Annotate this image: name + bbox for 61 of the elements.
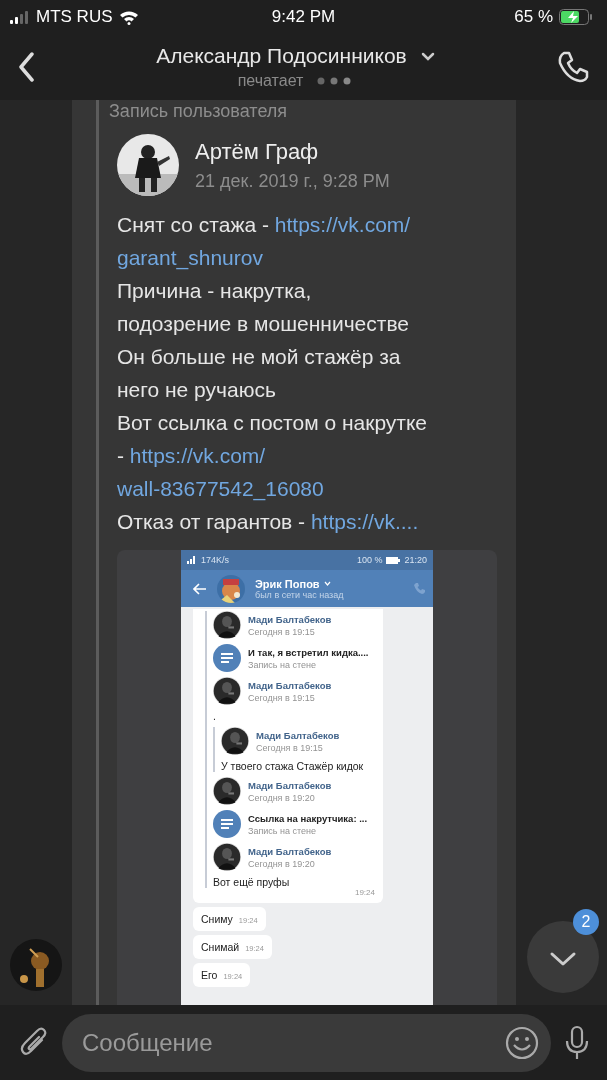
carrier-name: MTS RUS (36, 7, 113, 27)
message-time: Сегодня в 19:15 (248, 626, 316, 637)
message-text: него не ручаюсь (117, 377, 276, 403)
post-date: 21 дек. 2019 г., 9:28 PM (195, 170, 390, 192)
message-text: Снимай (201, 941, 240, 953)
post-icon (213, 810, 241, 838)
message-field[interactable]: Сообщение (62, 1013, 551, 1072)
link[interactable]: https://vk.com/ (129, 444, 266, 467)
link[interactable]: garant_shnurov (117, 246, 263, 269)
chat-title[interactable]: Александр Подосинников (156, 44, 407, 68)
message-text: Отказ от гарантов - https://vk.... (117, 509, 419, 535)
author-name: Мади Балтабеков (248, 779, 332, 791)
message-text: У твоего стажа Стажёр кидок (221, 760, 365, 772)
battery-charging-icon (559, 9, 593, 25)
post-icon (213, 644, 241, 672)
author-name: Мади Балтабеков (248, 613, 332, 625)
message-text: подозрение в мошенничестве (117, 311, 409, 337)
network-speed: 174K/s (201, 555, 230, 565)
author-name: Мади Балтабеков (248, 845, 332, 857)
battery-percent: 65 % (514, 7, 553, 27)
back-arrow-icon[interactable] (193, 582, 207, 595)
last-seen-status: был в сети час назад (255, 589, 345, 600)
message-text: Снят со стажа - https://vk.com/ (117, 212, 411, 238)
author-name[interactable]: Артём Граф (195, 138, 390, 165)
emoji-button[interactable] (505, 1025, 539, 1060)
message-time: Сегодня в 19:15 (248, 692, 316, 703)
message-text: Сниму (201, 913, 233, 925)
microphone-button[interactable] (565, 1024, 589, 1061)
message-text: . (213, 710, 217, 722)
message-time: Сегодня в 19:20 (248, 792, 316, 803)
message-text: - https://vk.com/ (117, 443, 266, 469)
message-time: 19:24 (354, 888, 375, 897)
message-time: Сегодня в 19:15 (256, 742, 324, 753)
wifi-icon (118, 9, 139, 25)
clock: 9:42 PM (271, 7, 336, 27)
message-text: Он больше не мой стажёр за (117, 344, 401, 370)
message-text: Вот ссылка с постом о накрутке (117, 410, 428, 436)
clock: 21:20 (404, 555, 427, 565)
link[interactable]: wall-83677542_16080 (117, 477, 324, 500)
message-text: Причина - накрутка, (117, 278, 312, 304)
contact-name[interactable]: Эрик Попов (255, 577, 320, 590)
chevron-down-icon[interactable] (420, 51, 435, 61)
post-title[interactable]: И так, я встретил кидка.... (248, 646, 369, 658)
post-subtitle: Запись на стене (248, 825, 317, 836)
signal-icon (187, 556, 197, 564)
post-subtitle: Запись на стене (248, 659, 317, 670)
chevron-down-icon[interactable] (549, 951, 577, 967)
link[interactable]: https://vk.... (310, 510, 419, 533)
battery-icon (386, 556, 401, 564)
author-name: Мади Балтабеков (256, 729, 340, 741)
link[interactable]: https://vk.com/ (274, 213, 411, 236)
author-name: Мади Балтабеков (248, 679, 332, 691)
typing-status: печатает (237, 72, 304, 90)
message-text: Вот ещё пруфы (213, 876, 291, 888)
battery-percent: 100 % (356, 555, 383, 565)
post-title[interactable]: Ссылка на накрутчика: ... (248, 812, 368, 824)
repost-label: Запись пользователя (96, 100, 288, 122)
message-text: Его (201, 969, 218, 981)
message-time: Сегодня в 19:20 (248, 858, 316, 869)
signal-icon (10, 10, 30, 24)
unread-count-badge: 2 (573, 909, 599, 935)
